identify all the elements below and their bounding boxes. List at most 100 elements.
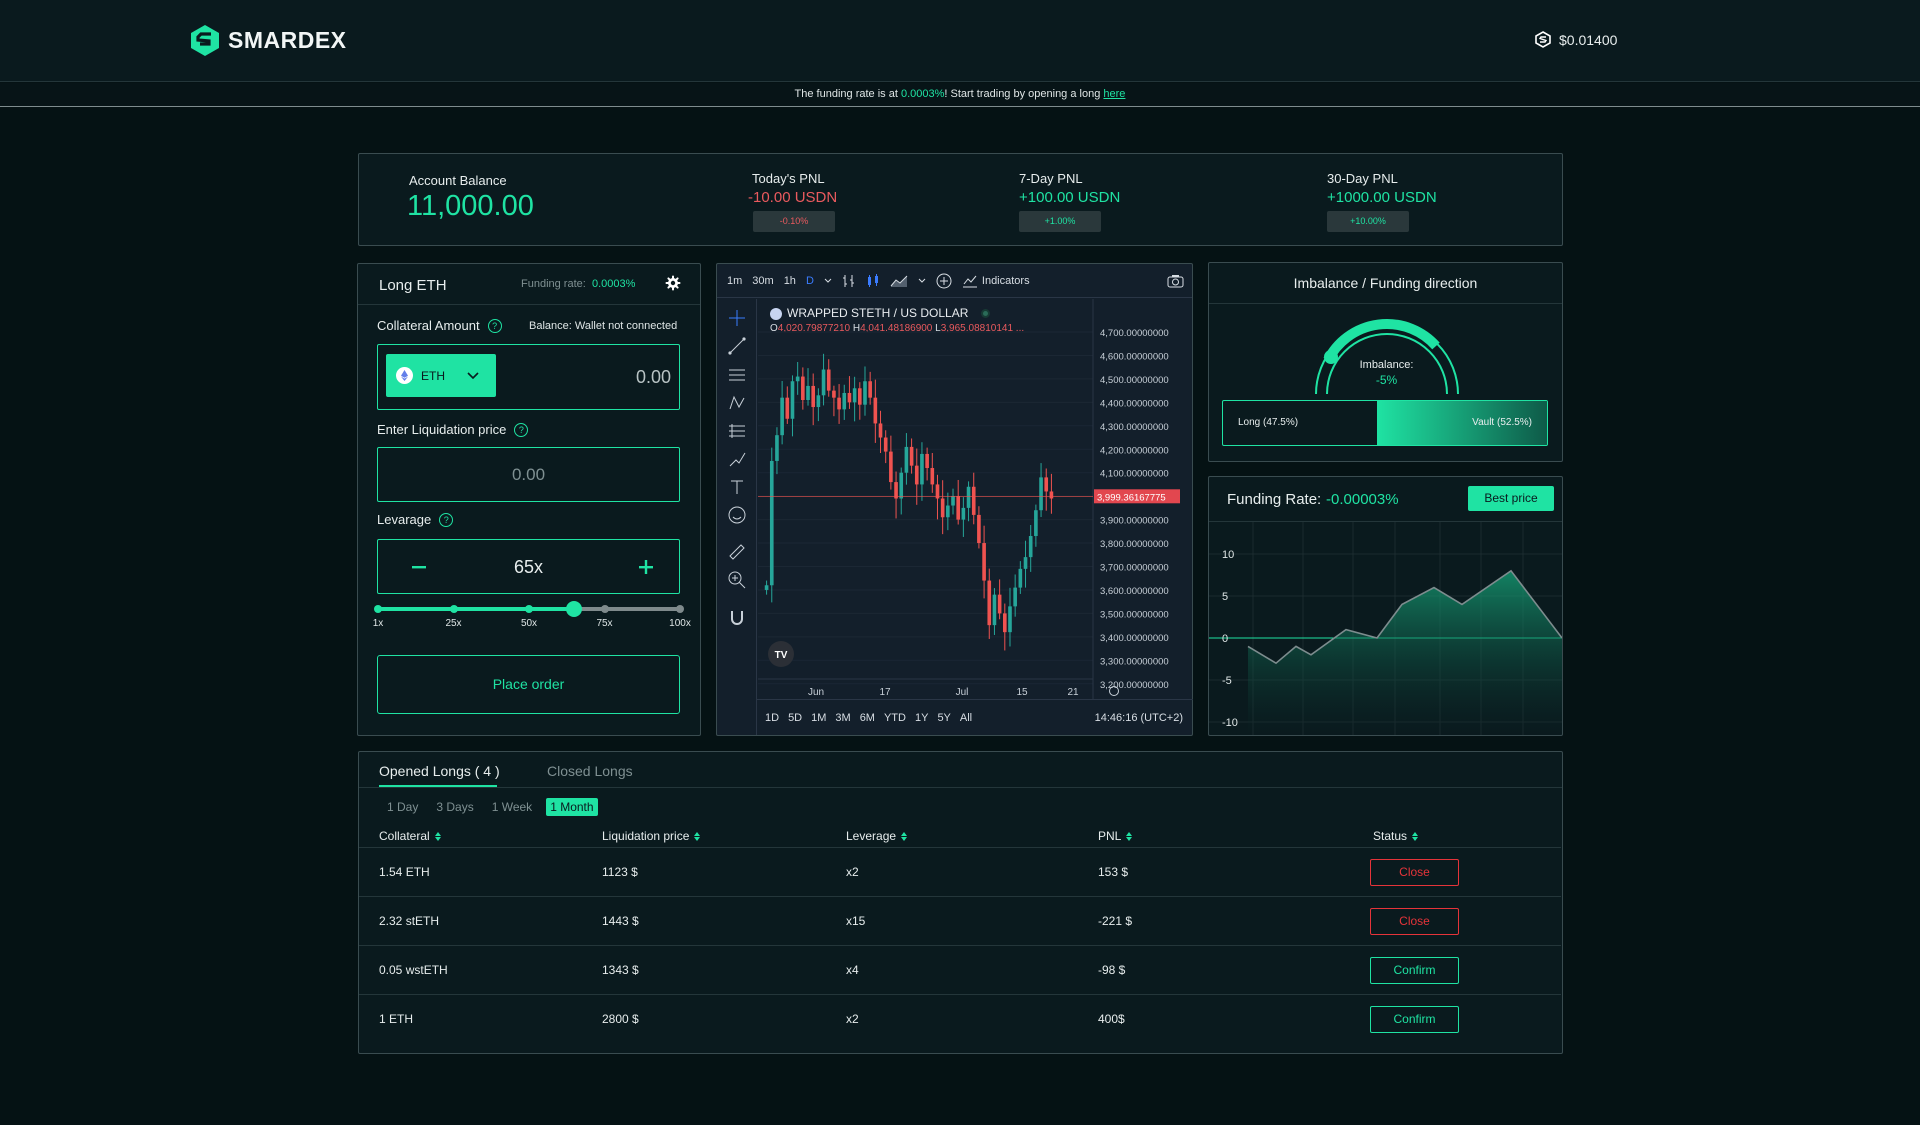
range-5y[interactable]: 5Y [937, 712, 950, 724]
range-6m[interactable]: 6M [860, 712, 875, 724]
price-axis-label: 4,600.00000000 [1100, 351, 1169, 362]
liquidation-price-input[interactable]: 0.00 [377, 447, 680, 502]
leverage-help-icon[interactable]: ? [439, 512, 454, 527]
trend-line-icon[interactable] [727, 336, 747, 356]
candles-icon[interactable] [866, 273, 880, 288]
sort-icon[interactable] [1126, 831, 1133, 841]
range-5d[interactable]: 5D [788, 712, 802, 724]
magnet-icon[interactable] [727, 608, 747, 628]
camera-icon[interactable] [1167, 274, 1184, 288]
today-pnl-pct: -0.10% [753, 211, 835, 232]
emoji-icon[interactable] [727, 505, 747, 525]
range-all[interactable]: All [960, 712, 972, 724]
prediction-icon[interactable] [727, 421, 747, 441]
token-select[interactable]: ETH [386, 354, 496, 397]
sort-icon[interactable] [1412, 831, 1419, 841]
collateral-input-box[interactable]: ETH 0.00 [377, 344, 680, 410]
timeframe-d[interactable]: D [806, 275, 814, 287]
filter-1-month[interactable]: 1 Month [546, 798, 598, 816]
leverage-slider[interactable] [374, 601, 684, 617]
text-tool-icon[interactable] [727, 477, 747, 497]
candle-body [961, 507, 966, 520]
column-header-liquidation-price[interactable]: Liquidation price [602, 829, 701, 843]
slider-stop[interactable] [676, 605, 684, 613]
tradingview-logo[interactable]: TV [768, 641, 794, 667]
slider-stop[interactable] [449, 605, 458, 613]
column-header-pnl[interactable]: PNL [1098, 829, 1133, 843]
range-1y[interactable]: 1Y [915, 712, 928, 724]
positions-panel: Opened Longs ( 4 ) Closed Longs 1 Day 3 D… [358, 751, 1563, 1054]
pattern-icon[interactable] [727, 393, 747, 413]
month-pnl-value: +1000.00 USDN [1327, 189, 1437, 206]
increase-leverage-button[interactable] [638, 559, 654, 575]
timeframe-1m[interactable]: 1m [727, 275, 742, 287]
place-order-button[interactable]: Place order [377, 655, 680, 714]
collateral-help-icon[interactable]: ? [487, 318, 502, 333]
crosshair-icon[interactable] [727, 308, 747, 328]
tab-closed-longs[interactable]: Closed Longs [547, 763, 633, 779]
candlestick-chart[interactable]: 4,700.00000000 4,600.00000000 4,500.000000… [758, 299, 1192, 699]
brush-icon[interactable] [727, 449, 747, 469]
best-price-button[interactable]: Best price [1468, 486, 1554, 511]
range-1m[interactable]: 1M [811, 712, 826, 724]
fib-icon[interactable] [727, 365, 747, 385]
candle-body [852, 388, 857, 403]
sort-icon[interactable] [434, 831, 441, 841]
funding-rate-label: Funding rate: [521, 278, 586, 290]
candle-body [1028, 536, 1033, 558]
filter-3-days[interactable]: 3 Days [432, 798, 477, 816]
wallet-balance: Balance: Wallet not connected [529, 320, 678, 332]
column-header-leverage[interactable]: Leverage [846, 829, 908, 843]
liquidation-help-icon[interactable]: ? [514, 422, 529, 437]
funding-value: -0.00003% [1326, 491, 1399, 508]
bar-type-icon[interactable] [842, 274, 856, 288]
range-1d[interactable]: 1D [765, 712, 779, 724]
week-pnl-label: 7-Day PNL [1019, 171, 1083, 186]
filter-1-day[interactable]: 1 Day [383, 798, 422, 816]
indicators-button[interactable]: Indicators [982, 275, 1030, 287]
tab-opened-longs[interactable]: Opened Longs ( 4 ) [379, 763, 500, 779]
close-position-button[interactable]: Close [1370, 859, 1459, 886]
price-chart-panel: 1m 30m 1h D Indicators WRAPPED STETH / U… [716, 263, 1193, 736]
add-compare-icon[interactable] [936, 273, 952, 289]
imbalance-title: Imbalance / Funding direction [1293, 275, 1478, 291]
slider-stop[interactable] [525, 605, 533, 613]
chevron-down-icon[interactable] [824, 278, 832, 284]
liquidation-price-value: 0.00 [511, 465, 546, 484]
settings-gear-icon[interactable] [665, 275, 681, 291]
leverage-stepper[interactable]: 65x [377, 539, 680, 594]
slider-stop[interactable] [600, 605, 609, 613]
range-3m[interactable]: 3M [835, 712, 850, 724]
timeframe-30m[interactable]: 30m [752, 275, 773, 287]
collateral-amount-input[interactable]: 0.00 [636, 367, 671, 388]
column-header-collateral[interactable]: Collateral [379, 829, 441, 843]
confirm-position-button[interactable]: Confirm [1370, 957, 1459, 984]
range-ytd[interactable]: YTD [884, 712, 906, 724]
close-position-button[interactable]: Close [1370, 908, 1459, 935]
slider-thumb[interactable] [566, 601, 583, 617]
sort-icon[interactable] [694, 831, 701, 841]
funding-title: Funding Rate: [1227, 491, 1322, 508]
table-row: 0.05 wstETH 1343 $ x4 -98 $ Confirm [359, 945, 1561, 994]
filter-1-week[interactable]: 1 Week [488, 798, 536, 816]
confirm-position-button[interactable]: Confirm [1370, 1006, 1459, 1033]
table-row: 1 ETH 2800 $ x2 400$ Confirm [359, 994, 1561, 1043]
brand-logo[interactable]: SMARDEX [190, 24, 347, 57]
candle-body [883, 437, 888, 452]
column-header-status[interactable]: Status [1373, 829, 1419, 843]
timeframe-1h[interactable]: 1h [784, 275, 796, 287]
slider-stop[interactable] [374, 605, 382, 613]
banner-link[interactable]: here [1103, 88, 1125, 100]
month-pnl-label: 30-Day PNL [1327, 171, 1398, 186]
sort-icon[interactable] [901, 831, 908, 841]
leverage-value: 65x [513, 557, 544, 577]
column-header-label: Collateral [379, 829, 430, 843]
area-chart-icon[interactable] [890, 274, 908, 288]
price-axis-label: 3,700.00000000 [1100, 563, 1169, 574]
chevron-down-icon[interactable] [918, 278, 926, 284]
indicators-icon[interactable] [962, 274, 978, 288]
candle-body [987, 580, 992, 626]
ruler-icon[interactable] [727, 542, 747, 562]
zoom-icon[interactable] [727, 570, 747, 590]
cell-lev: x4 [846, 963, 859, 977]
